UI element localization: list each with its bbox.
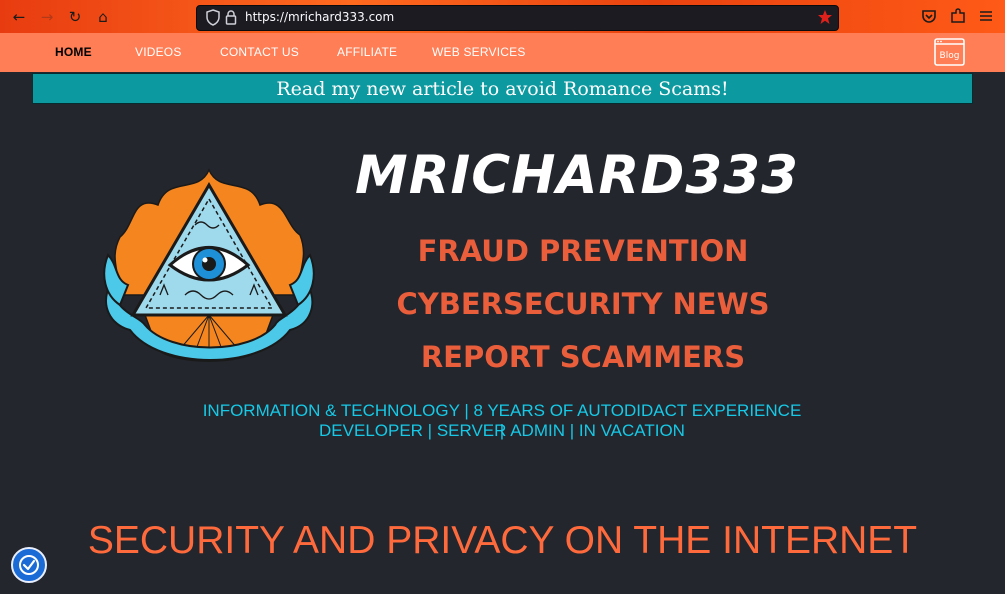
accessibility-button[interactable] xyxy=(11,547,47,583)
service-report-scammers: REPORT SCAMMERS xyxy=(420,340,746,374)
address-bar[interactable]: https://mrichard333.com xyxy=(196,5,839,31)
announcement-banner[interactable]: Read my new article to avoid Romance Sca… xyxy=(32,73,973,104)
nav-web-services[interactable]: WEB SERVICES xyxy=(432,45,526,59)
bookmark-star-icon[interactable] xyxy=(817,9,833,25)
site-title: MRICHARD333 xyxy=(355,145,799,206)
menu-icon[interactable] xyxy=(977,7,995,25)
nav-videos[interactable]: VIDEOS xyxy=(135,45,182,59)
accessibility-icon xyxy=(19,555,39,575)
url-text[interactable]: https://mrichard333.com xyxy=(245,10,394,24)
nav-home[interactable]: HOME xyxy=(55,45,92,59)
back-icon[interactable]: ← xyxy=(8,6,30,28)
site-nav: HOME VIDEOS CONTACT US AFFILIATE WEB SER… xyxy=(0,33,1005,72)
nav-contact-us[interactable]: CONTACT US xyxy=(220,45,299,59)
info-line-2: DEVELOPER | SERVER ADMIN | IN VACATION xyxy=(319,421,685,440)
banner-text[interactable]: Read my new article to avoid Romance Sca… xyxy=(33,78,972,100)
forward-icon[interactable]: → xyxy=(36,6,58,28)
eye-pyramid-logo xyxy=(103,168,315,362)
reload-icon[interactable]: ↻ xyxy=(64,6,86,28)
svg-text:Blog: Blog xyxy=(940,51,960,61)
shield-icon[interactable] xyxy=(205,9,221,26)
nav-affiliate[interactable]: AFFILIATE xyxy=(337,45,397,59)
browser-toolbar: ← → ↻ ⌂ https://mrichard333.com xyxy=(0,0,1005,33)
section-headline: SECURITY AND PRIVACY ON THE INTERNET xyxy=(87,519,918,562)
lock-icon[interactable] xyxy=(225,10,237,25)
service-fraud-prevention: FRAUD PREVENTION xyxy=(417,234,749,268)
extensions-icon[interactable] xyxy=(949,7,967,25)
pocket-icon[interactable] xyxy=(920,7,938,25)
service-cybersecurity-news: CYBERSECURITY NEWS xyxy=(396,287,770,321)
blog-icon[interactable]: Blog xyxy=(934,38,965,66)
home-icon[interactable]: ⌂ xyxy=(92,6,114,28)
